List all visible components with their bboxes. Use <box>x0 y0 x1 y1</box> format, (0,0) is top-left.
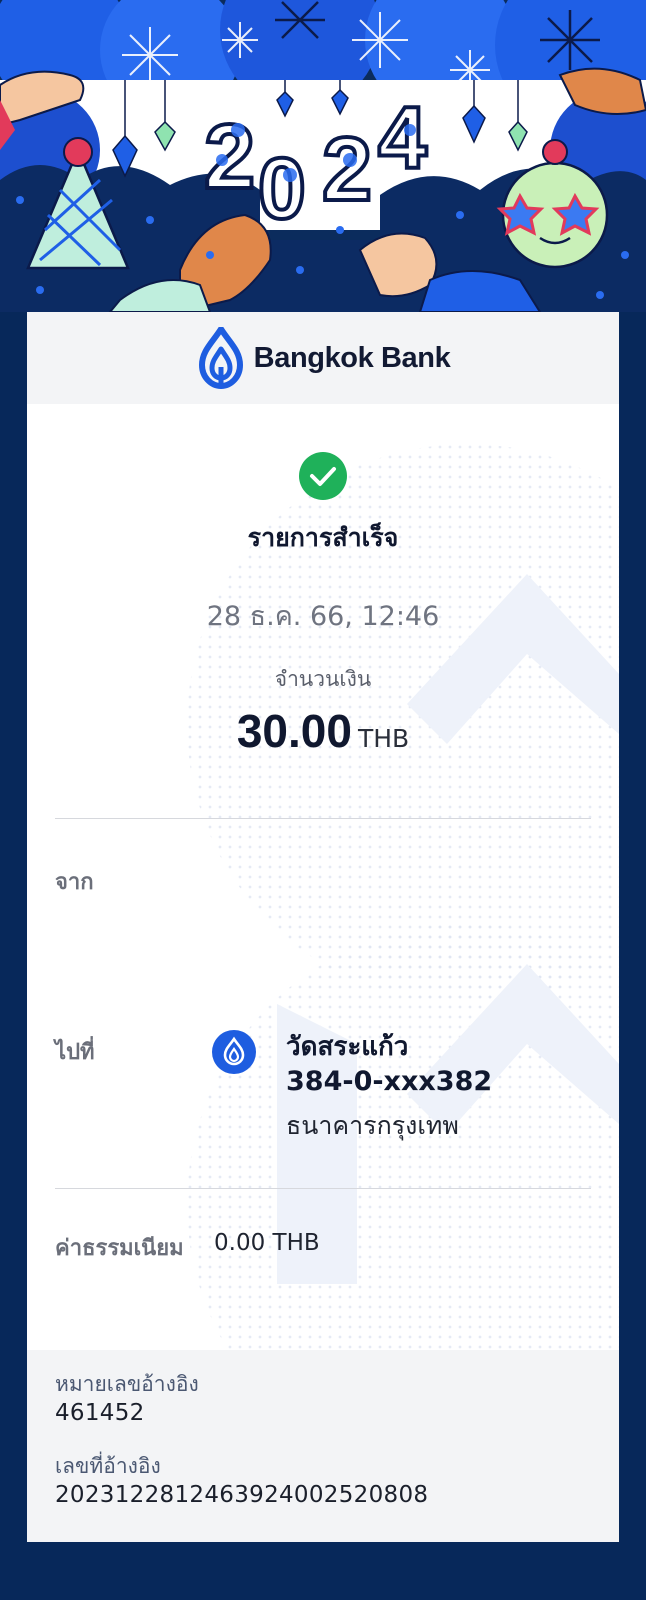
recipient-account: 384-0-xxx382 <box>286 1066 493 1097</box>
reference-id-value: 2023122812463924002520808 <box>55 1482 429 1508</box>
to-label: ไปที่ <box>55 1040 95 1065</box>
reference-section: หมายเลขอ้างอิง 461452 เลขที่อ้างอิง 2023… <box>27 1350 619 1542</box>
divider <box>55 818 591 819</box>
fee-value: 0.00 THB <box>214 1230 320 1256</box>
bank-logo: Bangkok Bank <box>196 327 451 389</box>
check-circle-icon <box>299 452 347 500</box>
receipt-header: Bangkok Bank <box>27 312 619 404</box>
amount-currency: THB <box>357 724 410 753</box>
reference-number-value: 461452 <box>55 1400 145 1426</box>
status-title: รายการสำเร็จ <box>247 523 399 552</box>
reference-number-label: หมายเลขอ้างอิง <box>55 1372 199 1396</box>
amount-row: 30.00 THB <box>27 704 619 758</box>
svg-text:4: 4 <box>378 88 427 187</box>
transaction-status: รายการสำเร็จ 28 ธ.ค. 66, 12:46 จำนวนเงิน… <box>27 404 619 758</box>
new-year-illustration: 2 0 2 4 <box>0 0 646 312</box>
svg-text:0: 0 <box>258 141 306 237</box>
recipient-name: วัดสระแก้ว <box>286 1032 409 1062</box>
from-label: จาก <box>55 870 94 895</box>
amount-value: 30.00 <box>236 705 352 757</box>
amount-label: จำนวนเงิน <box>274 667 372 691</box>
fee-label: ค่าธรรมเนียม <box>55 1236 184 1261</box>
divider <box>55 1188 591 1189</box>
svg-text:2: 2 <box>322 120 372 220</box>
recipient-bank-icon <box>212 1030 256 1074</box>
new-year-banner: 2 0 2 4 <box>0 0 646 312</box>
recipient-bank: ธนาคารกรุงเทพ <box>286 1111 459 1140</box>
transaction-datetime: 28 ธ.ค. 66, 12:46 <box>206 601 440 632</box>
svg-text:2: 2 <box>204 106 255 208</box>
bangkok-bank-logo-icon <box>198 327 243 389</box>
transfer-receipt-card: Bangkok Bank รายการสำเร็จ 28 ธ.ค. 66, 12… <box>27 312 619 1542</box>
reference-id-label: เลขที่อ้างอิง <box>55 1454 161 1478</box>
bank-name: Bangkok Bank <box>253 341 451 374</box>
